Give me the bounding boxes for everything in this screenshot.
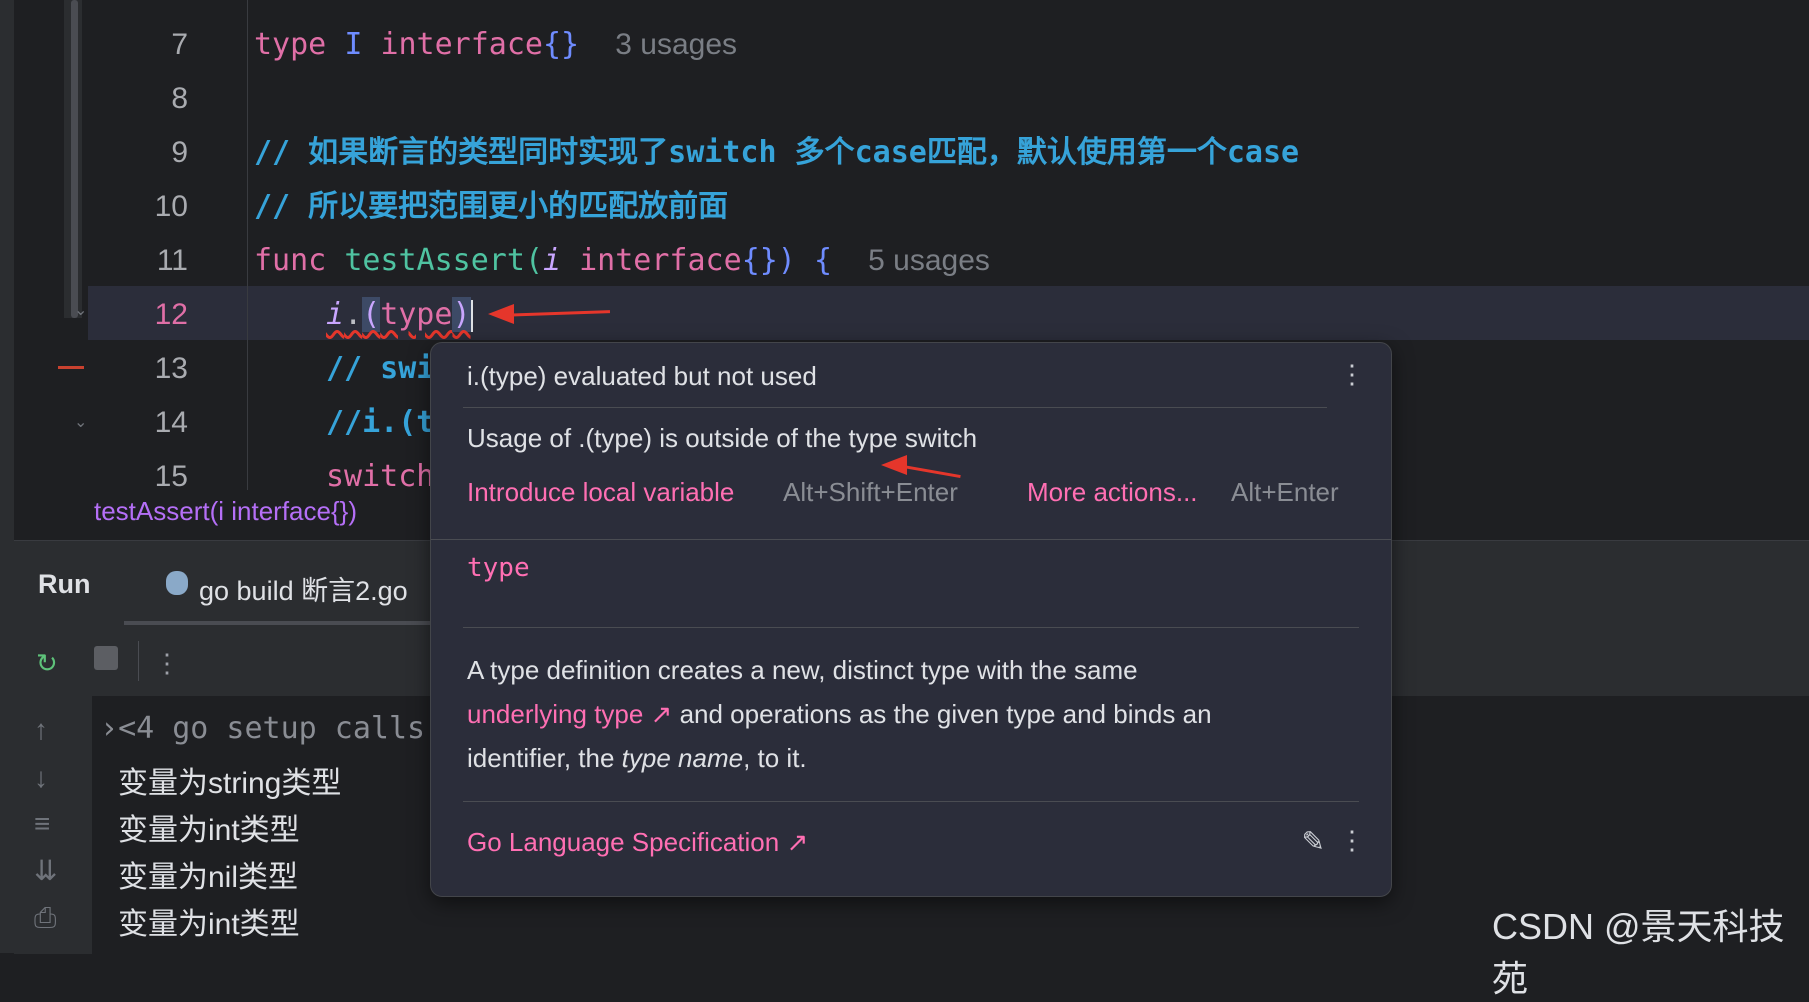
paren-close: ) xyxy=(452,297,471,332)
arrow-up-icon[interactable]: ↑ xyxy=(34,714,48,746)
code-line-7[interactable]: type I interface{} 3 usages xyxy=(254,18,737,72)
shortcut-label: Alt+Enter xyxy=(1231,477,1339,507)
braces: {} xyxy=(543,27,580,62)
code-line-11[interactable]: func testAssert(i interface{}) { 5 usage… xyxy=(254,234,990,288)
line-number: 7 xyxy=(171,28,188,61)
code-line-9[interactable]: // 如果断言的类型同时实现了switch 多个case匹配，默认使用第一个ca… xyxy=(254,126,1299,180)
stop-icon[interactable] xyxy=(94,646,118,670)
keyword: type xyxy=(254,27,327,62)
breadcrumb[interactable]: testAssert(i interface{}) xyxy=(94,496,357,527)
type-name: I xyxy=(344,27,363,62)
line-number-active: 12 xyxy=(154,298,188,331)
doc-keyword: type xyxy=(467,553,530,583)
rerun-icon[interactable]: ↻ xyxy=(36,648,58,679)
shortcut-label: Alt+Shift+Enter xyxy=(783,477,958,507)
doc-text: identifier, the xyxy=(467,743,622,773)
dot: . xyxy=(344,297,363,332)
output-line: <4 go setup calls xyxy=(118,711,426,746)
soft-wrap-icon[interactable]: ≡ xyxy=(34,808,50,840)
doc-text: and operations as the given type and bin… xyxy=(672,699,1212,729)
popup-description: Usage of .(type) is outside of the type … xyxy=(467,423,978,453)
arrow-down-icon[interactable]: ↓ xyxy=(34,762,48,794)
edit-icon[interactable]: ✎ xyxy=(1302,825,1325,858)
section-divider xyxy=(431,539,1391,540)
output-line: 变量为int类型 xyxy=(118,908,300,941)
go-spec-link[interactable]: Go Language Specification ↗ xyxy=(467,827,808,858)
inspection-popup[interactable]: i.(type) evaluated but not used ⋮ Usage … xyxy=(430,342,1392,897)
output-line: 变量为string类型 xyxy=(118,767,342,800)
line-number: 9 xyxy=(171,136,188,169)
error-marker xyxy=(58,366,84,369)
line-number: 14 xyxy=(154,406,188,439)
annotation-arrow-head xyxy=(881,455,907,475)
line-number: 13 xyxy=(154,352,188,385)
keyword: type xyxy=(380,297,453,332)
divider xyxy=(463,407,1327,408)
doc-text: A type definition creates a new, distinc… xyxy=(467,655,1138,685)
output-line: 变量为int类型 xyxy=(118,814,300,847)
keyword: func xyxy=(254,243,327,278)
divider xyxy=(463,801,1359,802)
doc-text-italic: type name xyxy=(621,743,744,773)
watermark: CSDN @景天科技苑 xyxy=(1492,906,1785,999)
underlying-type-link[interactable]: underlying type ↗ xyxy=(467,699,672,729)
scroll-to-end-icon[interactable]: ⇊ xyxy=(34,854,57,887)
toolbar-separator xyxy=(138,641,139,681)
popup-title: i.(type) evaluated but not used xyxy=(467,361,817,391)
line-number: 11 xyxy=(156,244,188,277)
output-line: 变量为nil类型 xyxy=(118,861,299,894)
divider xyxy=(463,627,1359,628)
run-title[interactable]: Run xyxy=(38,569,90,600)
more-actions-link[interactable]: More actions... xyxy=(1027,477,1198,508)
line-number: 10 xyxy=(154,190,188,223)
function-name: testAssert xyxy=(344,243,525,278)
print-icon[interactable]: ⎙ xyxy=(34,902,56,935)
more-vertical-icon[interactable]: ⋮ xyxy=(154,648,180,679)
line-number: 8 xyxy=(171,82,188,115)
doc-text-line: underlying type ↗ and operations as the … xyxy=(467,699,1212,730)
keyword: interface xyxy=(380,27,543,62)
fold-icon[interactable]: ⌄ xyxy=(74,300,87,320)
run-config-tab[interactable]: go build 断言2.go xyxy=(124,541,444,626)
code-line-12[interactable]: i.(type) xyxy=(326,288,473,342)
run-side-toolbar: ↑ ↓ ≡ ⇊ ⎙ xyxy=(14,696,92,954)
chevron-right-icon[interactable]: › xyxy=(100,711,118,746)
fold-icon[interactable]: ⌄ xyxy=(74,412,87,432)
doc-text-line: identifier, the type name, to it. xyxy=(467,743,807,774)
usages-hint[interactable]: 5 usages xyxy=(868,244,990,277)
introduce-local-variable-link[interactable]: Introduce local variable xyxy=(467,477,734,508)
text-cursor xyxy=(470,299,473,332)
vcs-change-marker[interactable] xyxy=(71,0,78,318)
run-tab-label: go build 断言2.go xyxy=(199,576,408,606)
gutter-separator xyxy=(247,0,248,490)
paren: ( xyxy=(524,243,543,278)
code-line-10[interactable]: // 所以要把范围更小的匹配放前面 xyxy=(254,180,728,234)
brace: { xyxy=(813,243,832,278)
go-gopher-icon xyxy=(166,571,188,595)
usages-hint[interactable]: 3 usages xyxy=(615,28,737,61)
paren-open: ( xyxy=(362,297,381,332)
annotation-arrow-head xyxy=(488,304,514,324)
doc-text: , to it. xyxy=(743,743,807,773)
more-vertical-icon[interactable]: ⋮ xyxy=(1339,825,1365,856)
keyword: interface xyxy=(579,243,742,278)
more-vertical-icon[interactable]: ⋮ xyxy=(1339,359,1365,390)
code-line-14[interactable]: //i.(t xyxy=(326,396,434,450)
left-tool-strip xyxy=(0,0,15,953)
param-name: i xyxy=(543,243,562,278)
tab-underline xyxy=(124,621,444,625)
variable: i xyxy=(326,297,345,332)
output-collapsed-group[interactable]: ›<4 go setup calls xyxy=(100,711,425,746)
braces: {}) xyxy=(741,243,796,278)
code-line-13[interactable]: // swi xyxy=(326,342,434,396)
